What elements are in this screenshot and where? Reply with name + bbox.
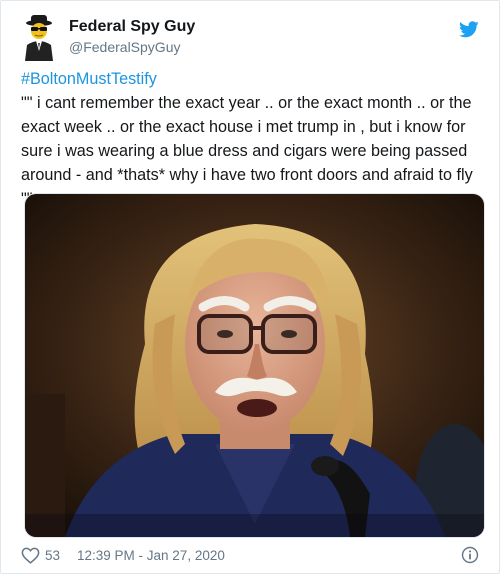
author-handle[interactable]: @FederalSpyGuy — [69, 38, 195, 56]
heart-icon[interactable] — [21, 547, 40, 564]
like-count: 53 — [45, 548, 61, 563]
photo-illustration — [25, 194, 484, 537]
author-display-name[interactable]: Federal Spy Guy — [69, 17, 195, 37]
tweet-header: Federal Spy Guy @FederalSpyGuy — [21, 15, 479, 63]
twitter-bird-icon[interactable] — [459, 21, 479, 38]
hashtag-link[interactable]: #BoltonMustTestify — [21, 67, 483, 91]
tweet-timestamp[interactable]: 12:39 PM - Jan 27, 2020 — [77, 548, 225, 563]
author-names: Federal Spy Guy @FederalSpyGuy — [69, 17, 195, 56]
tweet-photo[interactable] — [24, 193, 485, 538]
tweet-text: #BoltonMustTestify "" i cant remember th… — [21, 67, 483, 211]
spy-avatar-icon[interactable] — [21, 15, 57, 61]
tweet-footer: 53 12:39 PM - Jan 27, 2020 — [21, 546, 479, 566]
info-icon[interactable] — [461, 546, 479, 564]
tweet-card: Federal Spy Guy @FederalSpyGuy #BoltonMu… — [0, 0, 500, 574]
